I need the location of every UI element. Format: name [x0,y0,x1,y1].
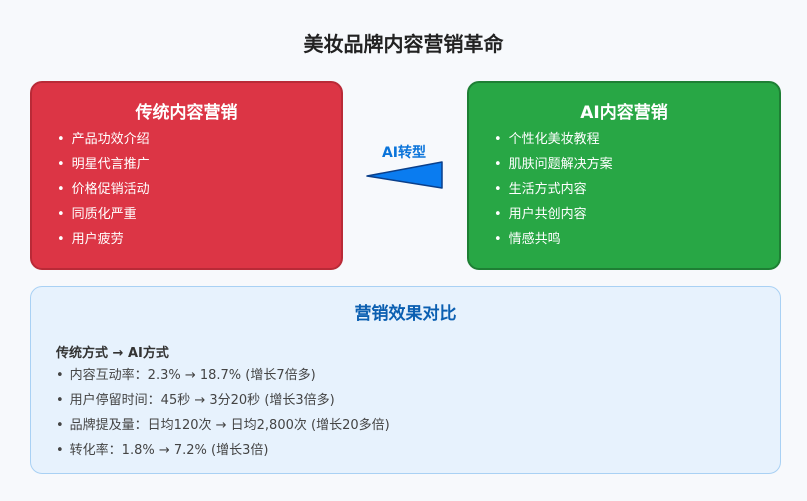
page-title: 美妆品牌内容营销革命 [303,32,504,56]
list-item: 价格促销活动 [57,181,150,206]
list-item: 转化率：1.8% → 7.2% (增长3倍) [56,442,390,467]
list-item: 用户停留时间：45秒 → 3分20秒 (增长3倍多) [56,392,390,417]
list-item: 用户疲劳 [57,231,150,256]
comparison-subheading: 传统方式 → AI方式 [56,346,169,361]
list-item: 用户共创内容 [494,206,613,231]
traditional-list: 产品功效介绍 明星代言推广 价格促销活动 同质化严重 用户疲劳 [57,131,150,256]
transition-label: AI转型 [381,145,427,161]
list-item: 同质化严重 [57,206,150,231]
comparison-list: 内容互动率：2.3% → 18.7% (增长7倍多) 用户停留时间：45秒 → … [56,367,390,467]
comparison-heading: 营销效果对比 [354,304,457,324]
ai-marketing-box: AI内容营销 个性化美妆教程 肌肤问题解决方案 生活方式内容 用户共创内容 情感… [467,81,781,270]
traditional-marketing-box: 传统内容营销 产品功效介绍 明星代言推广 价格促销活动 同质化严重 用户疲劳 [30,81,343,270]
transition-arrow-icon [366,161,443,189]
list-item: 生活方式内容 [494,181,613,206]
traditional-heading: 传统内容营销 [135,103,238,123]
list-item: 产品功效介绍 [57,131,150,156]
list-item: 情感共鸣 [494,231,613,256]
list-item: 肌肤问题解决方案 [494,156,613,181]
list-item: 明星代言推广 [57,156,150,181]
ai-list: 个性化美妆教程 肌肤问题解决方案 生活方式内容 用户共创内容 情感共鸣 [494,131,613,256]
list-item: 内容互动率：2.3% → 18.7% (增长7倍多) [56,367,390,392]
list-item: 品牌提及量：日均120次 → 日均2,800次 (增长20多倍) [56,417,390,442]
ai-heading: AI内容营销 [580,103,668,123]
comparison-panel: 营销效果对比 传统方式 → AI方式 内容互动率：2.3% → 18.7% (增… [30,286,781,474]
list-item: 个性化美妆教程 [494,131,613,156]
